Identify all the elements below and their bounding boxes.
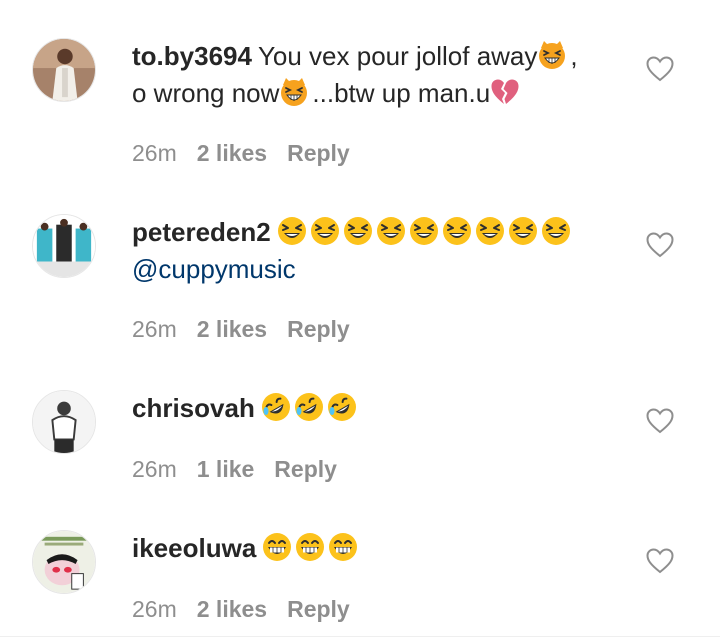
rolling-laughing-emoji — [261, 392, 291, 422]
grinning-squinting-emoji — [409, 216, 439, 246]
rolling-laughing-emoji — [327, 392, 357, 422]
reply-button[interactable]: Reply — [274, 456, 337, 483]
grinning-squinting-emoji — [508, 216, 538, 246]
grinning-cat-emoji — [279, 77, 309, 107]
heart-outline-icon[interactable] — [646, 408, 674, 434]
comment-meta: 26m 1 like Reply — [132, 456, 357, 483]
grinning-smile-emoji — [295, 532, 325, 562]
heart-outline-icon[interactable] — [646, 548, 674, 574]
comment-text: o wrong now — [132, 78, 280, 108]
grinning-cat-emoji — [537, 40, 567, 70]
rolling-laughing-emoji — [294, 392, 324, 422]
mention-link[interactable]: @cuppymusic — [132, 254, 296, 284]
grinning-squinting-emoji — [376, 216, 406, 246]
avatar[interactable] — [32, 390, 96, 454]
grinning-smile-emoji — [262, 532, 292, 562]
comment-username[interactable]: to.by3694 — [132, 41, 252, 71]
avatar[interactable] — [32, 530, 96, 594]
likes-count[interactable]: 2 likes — [197, 140, 267, 167]
comment-timestamp: 26m — [132, 140, 177, 166]
divider — [0, 636, 720, 637]
grinning-squinting-emoji — [277, 216, 307, 246]
grinning-squinting-emoji — [343, 216, 373, 246]
reply-button[interactable]: Reply — [287, 596, 350, 623]
comment-username[interactable]: ikeeoluwa — [132, 533, 256, 563]
broken-heart-emoji — [490, 77, 520, 107]
comment-body: ikeeoluwa — [132, 530, 622, 567]
heart-outline-icon[interactable] — [646, 56, 674, 82]
comment-timestamp: 26m — [132, 596, 177, 622]
likes-count[interactable]: 2 likes — [197, 596, 267, 623]
likes-count[interactable]: 1 like — [197, 456, 255, 483]
comment-meta: 26m 2 likes Reply — [132, 596, 370, 623]
comment-body: petereden2 @cuppymusic — [132, 214, 622, 288]
comment-username[interactable]: chrisovah — [132, 393, 255, 423]
comment-username[interactable]: petereden2 — [132, 217, 271, 247]
grinning-smile-emoji — [328, 532, 358, 562]
comment-timestamp: 26m — [132, 316, 177, 342]
avatar[interactable] — [32, 38, 96, 102]
grinning-squinting-emoji — [475, 216, 505, 246]
comment-meta: 26m 2 likes Reply — [132, 140, 370, 167]
heart-outline-icon[interactable] — [646, 232, 674, 258]
reply-button[interactable]: Reply — [287, 140, 350, 167]
comment-text: ...btw up man.u — [312, 78, 491, 108]
comment-body: to.by3694 You vex pour jollof away, o wro… — [132, 38, 622, 112]
grinning-squinting-emoji — [442, 216, 472, 246]
reply-button[interactable]: Reply — [287, 316, 350, 343]
comment-text: You vex pour jollof away — [257, 41, 538, 71]
comment-meta: 26m 2 likes Reply — [132, 316, 370, 343]
avatar[interactable] — [32, 214, 96, 278]
likes-count[interactable]: 2 likes — [197, 316, 267, 343]
grinning-squinting-emoji — [541, 216, 571, 246]
comment-text: , — [570, 41, 578, 71]
grinning-squinting-emoji — [310, 216, 340, 246]
comment-body: chrisovah — [132, 390, 622, 427]
comment-timestamp: 26m — [132, 456, 177, 482]
